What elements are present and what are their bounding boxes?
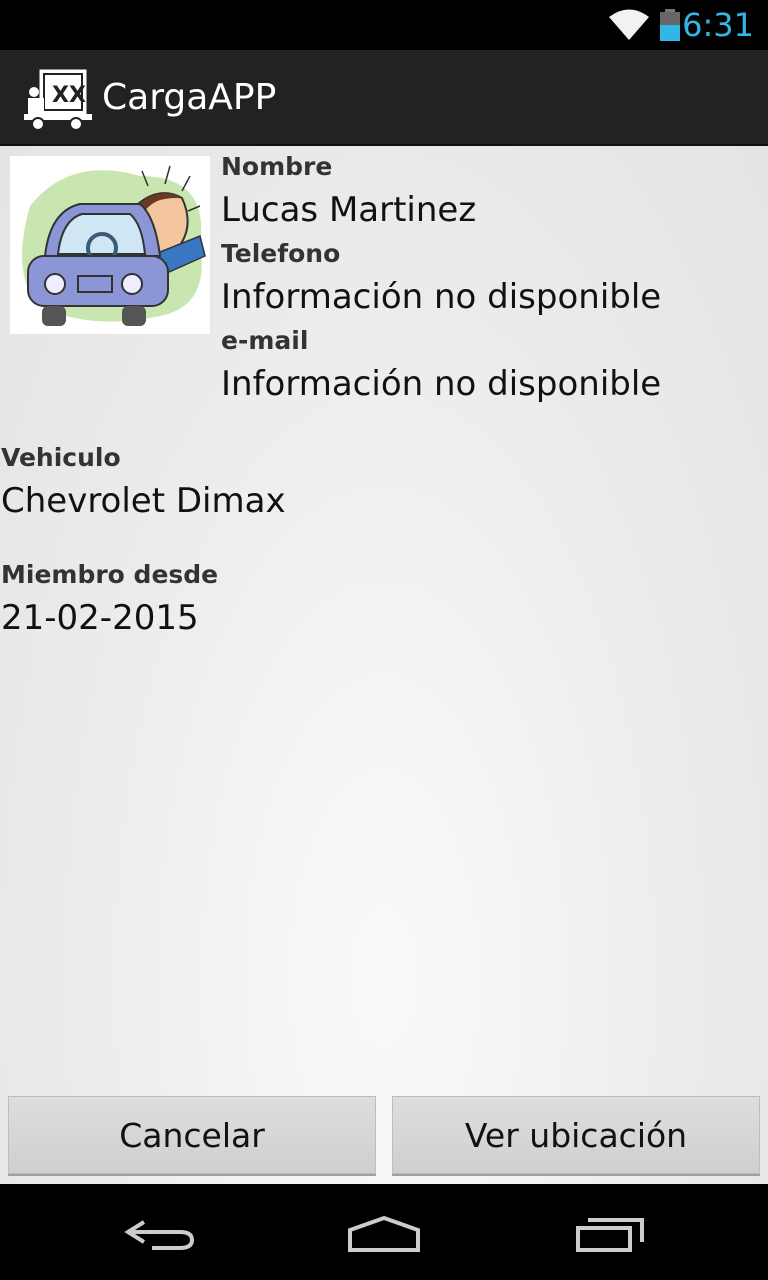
- action-bar: XX CargaAPP: [0, 50, 768, 146]
- member-since-label: Miembro desde: [1, 560, 219, 589]
- member-since-value: 21-02-2015: [1, 598, 199, 638]
- cancel-button[interactable]: Cancelar: [8, 1096, 376, 1174]
- navigation-bar: [0, 1184, 768, 1280]
- app-title: CargaAPP: [102, 77, 277, 118]
- driver-cartoon-image: [22, 165, 206, 326]
- name-label: Nombre: [221, 152, 333, 181]
- home-icon[interactable]: [346, 1214, 422, 1254]
- driver-avatar: [10, 156, 210, 334]
- email-label: e-mail: [221, 326, 309, 355]
- app-logo-icon[interactable]: XX: [22, 64, 96, 132]
- view-location-button[interactable]: Ver ubicación: [392, 1096, 760, 1174]
- name-value: Lucas Martinez: [221, 190, 477, 230]
- profile-content: Nombre Lucas Martinez Telefono Informaci…: [0, 146, 768, 1184]
- back-icon[interactable]: [122, 1214, 196, 1254]
- status-time: 6:31: [682, 6, 754, 44]
- phone-value: Información no disponible: [221, 277, 662, 317]
- vehicle-label: Vehiculo: [1, 443, 121, 472]
- status-bar: 6:31: [0, 0, 768, 50]
- battery-icon: [660, 9, 680, 41]
- email-value: Información no disponible: [221, 364, 662, 404]
- recents-icon[interactable]: [574, 1214, 646, 1254]
- vehicle-value: Chevrolet Dimax: [1, 481, 286, 521]
- phone-label: Telefono: [221, 239, 341, 268]
- svg-text:XX: XX: [52, 83, 86, 108]
- wifi-icon: [609, 9, 649, 40]
